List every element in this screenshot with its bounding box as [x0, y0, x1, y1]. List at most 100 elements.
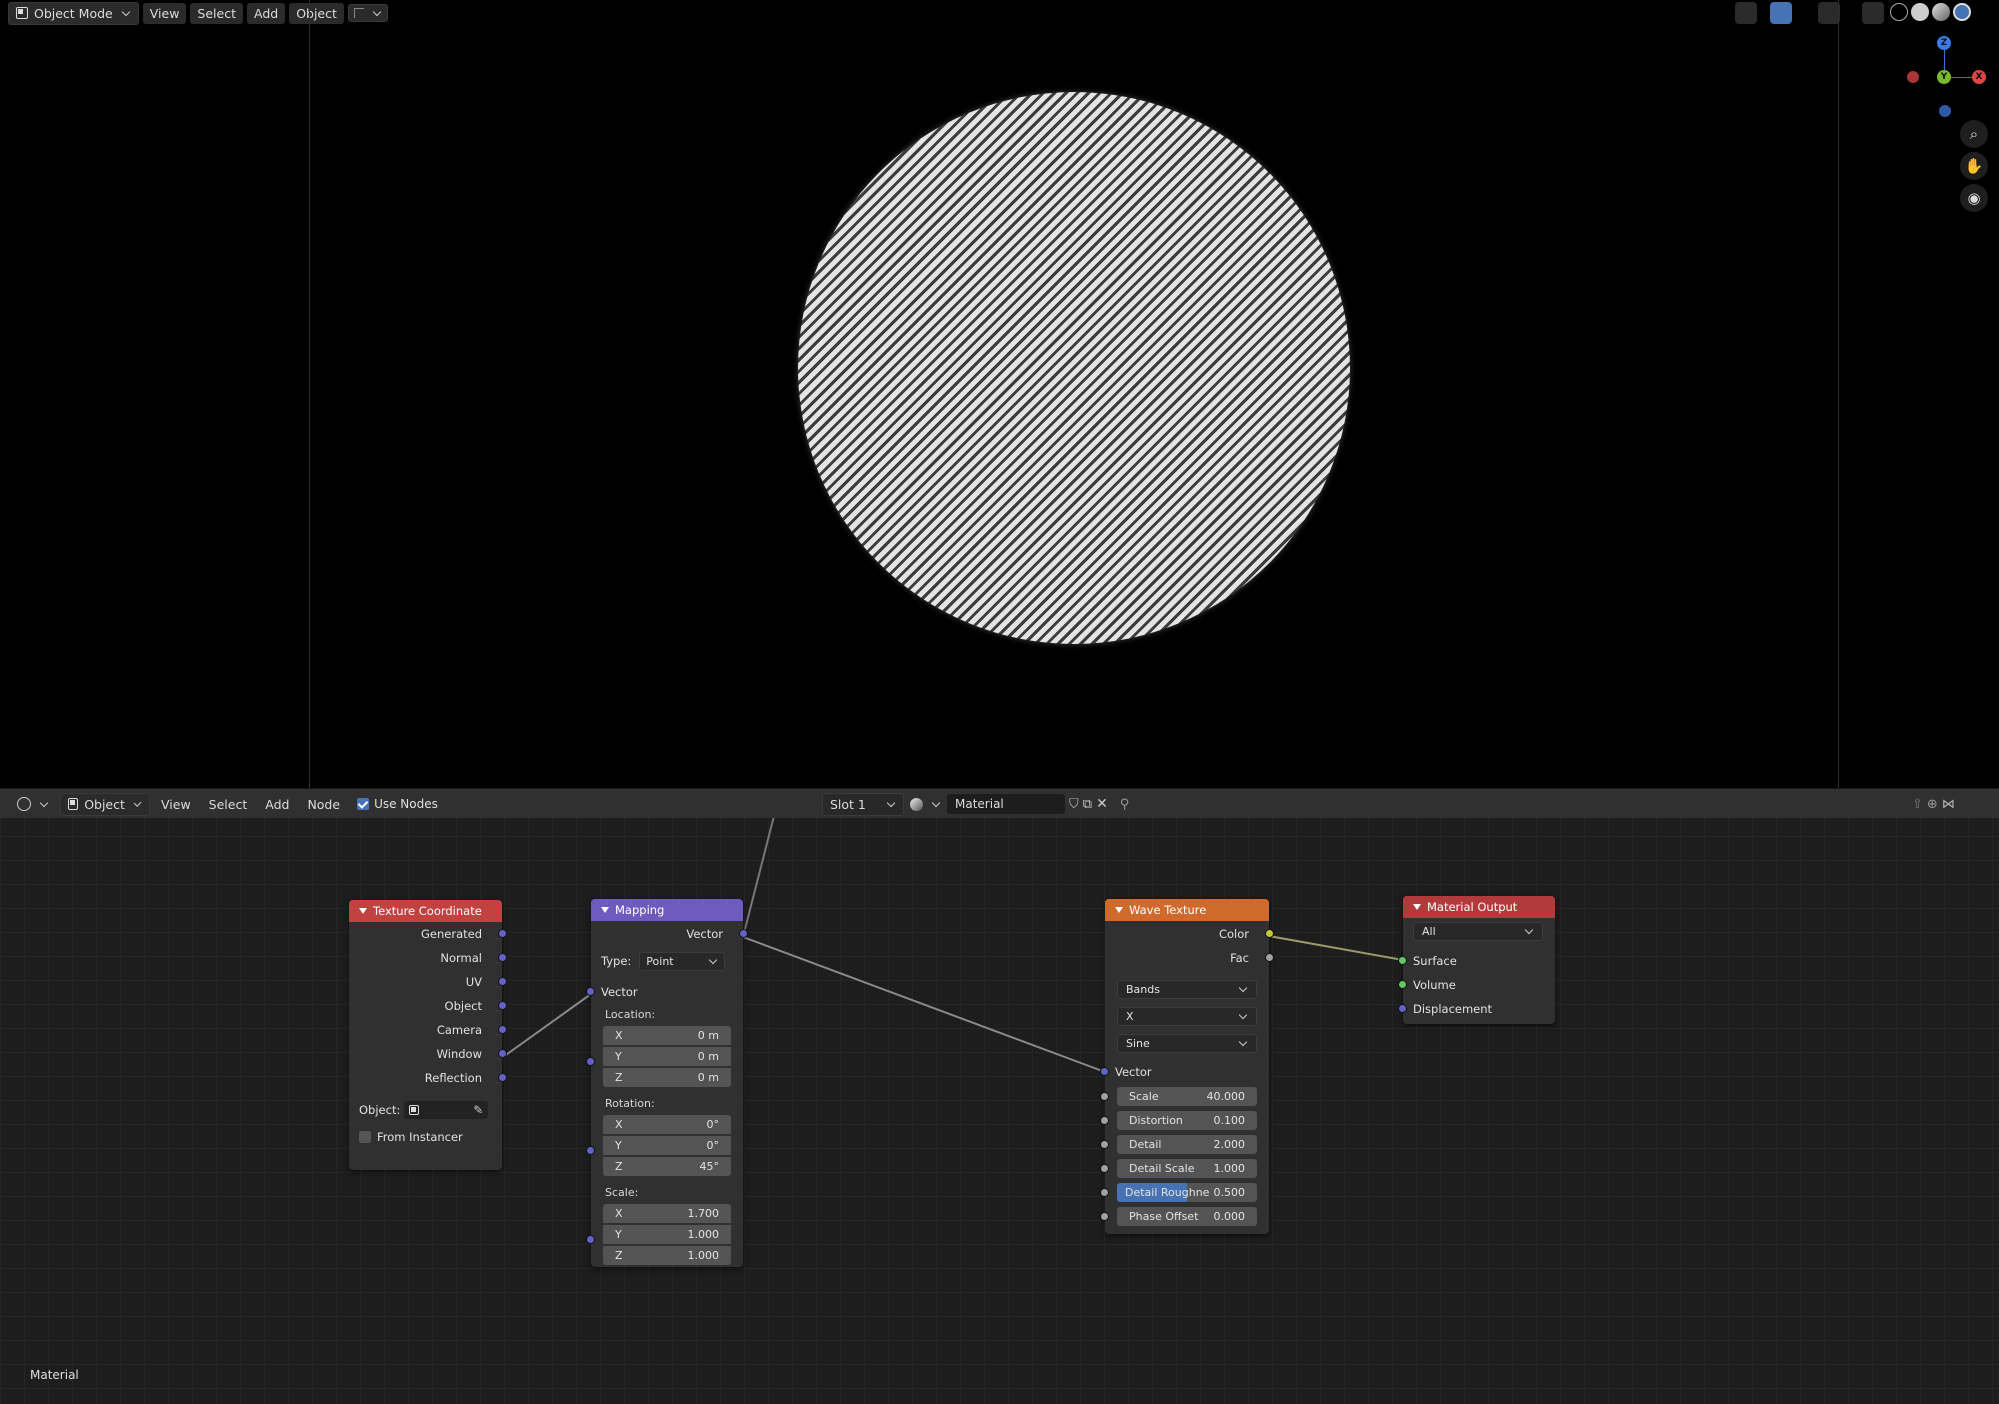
scale-field[interactable]: Scale 40.000 — [1117, 1087, 1257, 1106]
socket-input[interactable] — [1398, 956, 1407, 965]
viewport-menu-view[interactable]: View — [142, 2, 187, 24]
fake-user-shield-icon[interactable]: ⛉ — [1069, 797, 1079, 812]
snap-mode-icon[interactable]: ⋈ — [1942, 797, 1955, 812]
socket-input[interactable] — [1398, 1004, 1407, 1013]
rotation-y-field[interactable]: Y 0° — [603, 1136, 731, 1155]
gizmo-y-dot[interactable]: Y — [1937, 70, 1951, 84]
location-y-field[interactable]: Y 0 m — [603, 1047, 731, 1066]
use-nodes-checkbox[interactable] — [357, 798, 370, 810]
use-nodes-toggle[interactable]: Use Nodes — [357, 797, 438, 811]
solid-shading-icon[interactable] — [1911, 3, 1929, 21]
type-dropdown[interactable]: Point — [639, 951, 726, 971]
detail-field[interactable]: Detail 2.000 — [1117, 1135, 1257, 1154]
socket-input[interactable] — [1398, 980, 1407, 989]
eyedropper-icon[interactable]: ✎ — [473, 1103, 483, 1117]
visibility-icon[interactable] — [1735, 2, 1757, 24]
collapse-triangle-icon[interactable] — [601, 907, 609, 913]
shader-type-dropdown[interactable]: Object — [60, 792, 150, 816]
material-output-header[interactable]: Material Output — [1403, 896, 1555, 918]
node-menu-view[interactable]: View — [154, 794, 198, 815]
viewport-menu-add[interactable]: Add — [246, 2, 286, 24]
socket-input-scale[interactable] — [1100, 1092, 1109, 1101]
rendered-shading-icon[interactable] — [1953, 3, 1971, 21]
material-output-node[interactable]: Material Output All Surface Volume Displ… — [1398, 896, 1555, 1024]
distortion-field[interactable]: Distortion 0.100 — [1117, 1111, 1257, 1130]
socket-input-rotation[interactable] — [586, 1146, 595, 1155]
from-instancer-row[interactable]: From Instancer — [349, 1128, 502, 1146]
scale-z-field[interactable]: Z 1.000 — [603, 1246, 731, 1265]
mapping-node[interactable]: Mapping Vector Type: Point Vector Locati… — [586, 899, 748, 1267]
location-x-field[interactable]: X 0 m — [603, 1026, 731, 1045]
unlink-material-icon[interactable]: ✕ — [1096, 796, 1108, 812]
socket-input[interactable] — [586, 987, 595, 996]
zoom-icon[interactable]: ⌕ — [1960, 120, 1988, 148]
socket-output[interactable] — [498, 1073, 507, 1082]
material-browse-dropdown[interactable] — [908, 795, 943, 814]
socket-output[interactable] — [498, 953, 507, 962]
node-menu-select[interactable]: Select — [202, 794, 255, 815]
collapse-triangle-icon[interactable] — [1115, 907, 1123, 913]
socket-output[interactable] — [498, 1001, 507, 1010]
wave-type-dropdown[interactable]: Bands — [1117, 980, 1257, 999]
socket-input-detail-scale[interactable] — [1100, 1164, 1109, 1173]
camera-view-icon[interactable]: ◉ — [1960, 184, 1988, 212]
editor-type-dropdown[interactable] — [10, 794, 56, 814]
rotation-z-field[interactable]: Z 45° — [603, 1157, 731, 1176]
material-name-field[interactable]: Material — [947, 794, 1065, 814]
pin-icon[interactable]: ⚲ — [1120, 797, 1130, 812]
socket-output[interactable] — [498, 1049, 507, 1058]
socket-output[interactable] — [739, 929, 748, 938]
socket-input-location[interactable] — [586, 1057, 595, 1066]
texture-coordinate-node[interactable]: Texture Coordinate Generated Normal UV O… — [349, 900, 507, 1170]
wave-texture-header[interactable]: Wave Texture — [1105, 899, 1269, 921]
direction-dropdown[interactable]: X — [1117, 1007, 1257, 1026]
collapse-triangle-icon[interactable] — [359, 908, 367, 914]
viewport-menu-object[interactable]: Object — [289, 2, 344, 24]
mode-dropdown[interactable]: Object Mode — [8, 1, 139, 25]
socket-output[interactable] — [498, 1025, 507, 1034]
pan-hand-icon[interactable]: ✋ — [1960, 152, 1988, 180]
detail-roughness-field[interactable]: Detail Roughne 0.500 — [1117, 1183, 1257, 1202]
gizmo-z-dot[interactable]: Z — [1937, 36, 1951, 50]
socket-output[interactable] — [498, 977, 507, 986]
material-shading-icon[interactable] — [1932, 3, 1950, 21]
from-instancer-checkbox[interactable] — [359, 1131, 371, 1143]
socket-input-detail-roughness[interactable] — [1100, 1188, 1109, 1197]
gizmo-neg-z-dot[interactable] — [1939, 105, 1951, 117]
snap-icon[interactable]: ⊕ — [1927, 797, 1938, 812]
socket-output[interactable] — [1265, 929, 1274, 938]
gizmo-x-dot[interactable]: X — [1972, 70, 1986, 84]
mapping-header[interactable]: Mapping — [591, 899, 743, 921]
wave-texture-node[interactable]: Wave Texture Color Fac Bands X Sine Vect… — [1100, 899, 1274, 1234]
socket-input-detail[interactable] — [1100, 1140, 1109, 1149]
texture-coordinate-header[interactable]: Texture Coordinate — [349, 900, 502, 922]
phase-offset-field[interactable]: Phase Offset 0.000 — [1117, 1207, 1257, 1226]
target-dropdown[interactable]: All — [1413, 922, 1543, 941]
collapse-triangle-icon[interactable] — [1413, 904, 1421, 910]
slot-dropdown[interactable]: Slot 1 — [822, 792, 904, 816]
node-menu-node[interactable]: Node — [300, 794, 347, 815]
sphere-object[interactable] — [798, 92, 1350, 644]
gizmo-neg-x-dot[interactable] — [1907, 71, 1919, 83]
detail-scale-field[interactable]: Detail Scale 1.000 — [1117, 1159, 1257, 1178]
duplicate-material-icon[interactable]: ⧉ — [1083, 797, 1092, 812]
xray-icon[interactable] — [1862, 2, 1884, 24]
3d-viewport[interactable]: Object Mode View Select Add Object Z Y X… — [0, 0, 1999, 788]
socket-input[interactable] — [1100, 1067, 1109, 1076]
scale-x-field[interactable]: X 1.700 — [603, 1204, 731, 1223]
viewport-menu-select[interactable]: Select — [190, 2, 243, 24]
object-field[interactable]: ✎ — [404, 1101, 489, 1119]
rotation-x-field[interactable]: X 0° — [603, 1115, 731, 1134]
overlay-icon[interactable] — [1818, 2, 1840, 24]
transform-pivot-dropdown[interactable] — [347, 4, 388, 22]
socket-input-scale[interactable] — [586, 1235, 595, 1244]
location-z-field[interactable]: Z 0 m — [603, 1068, 731, 1087]
shader-node-editor[interactable]: Object View Select Add Node Use Nodes Sl… — [0, 788, 1999, 1404]
socket-input-distortion[interactable] — [1100, 1116, 1109, 1125]
scale-y-field[interactable]: Y 1.000 — [603, 1225, 731, 1244]
socket-output[interactable] — [1265, 953, 1274, 962]
parent-tree-icon[interactable]: ⇧ — [1912, 797, 1923, 812]
gizmo-toggle-icon[interactable] — [1770, 2, 1792, 24]
profile-dropdown[interactable]: Sine — [1117, 1034, 1257, 1053]
socket-output[interactable] — [498, 929, 507, 938]
